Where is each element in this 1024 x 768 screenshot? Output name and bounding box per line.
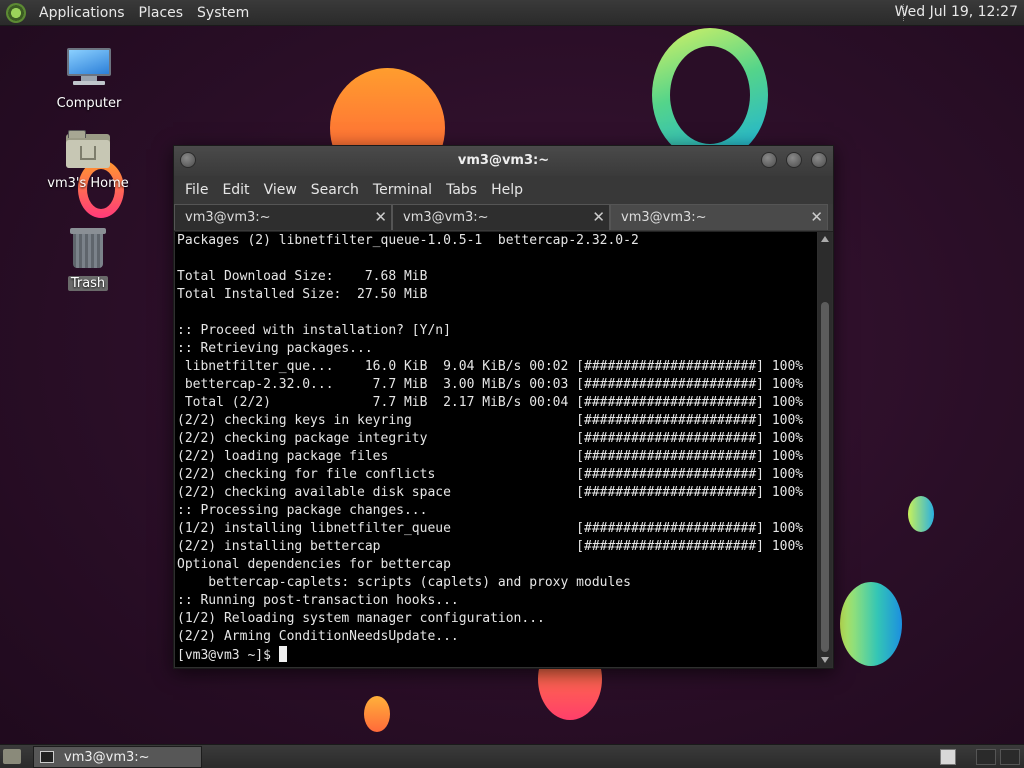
workspace-2[interactable] [976,749,996,765]
top-panel: Applications Places System Wed Jul 19, 1… [0,0,1024,26]
show-desktop-icon[interactable] [3,749,21,764]
text-cursor [278,646,287,662]
decorative-blob [364,696,390,732]
terminal-line: (2/2) loading package files [###########… [177,449,804,464]
window-menubar: File Edit View Search Terminal Tabs Help [174,176,833,204]
desktop-icon-computer[interactable]: Computer [44,46,134,111]
terminal-output[interactable]: Packages (2) libnetfilter_queue-1.0.5-1 … [175,232,817,667]
menu-tabs[interactable]: Tabs [439,182,484,198]
menu-search[interactable]: Search [304,182,366,198]
tab-3[interactable]: vm3@vm3:~ ✕ [610,204,828,230]
desktop-icon-home[interactable]: vm3's Home [43,130,133,191]
maximize-button[interactable] [786,152,802,168]
terminal-line: libnetfilter_que... 16.0 KiB 9.04 KiB/s … [177,359,804,374]
window-title: vm3@vm3:~ [457,153,550,168]
minimize-button[interactable] [761,152,777,168]
menu-help[interactable]: Help [484,182,530,198]
decorative-blob [840,582,902,666]
tab-label: vm3@vm3:~ [621,210,707,225]
terminal-line: (2/2) Arming ConditionNeedsUpdate... [177,629,459,644]
terminal-line: Packages (2) libnetfilter_queue-1.0.5-1 … [177,233,639,248]
desktop-icon-label: Trash [67,276,109,291]
clock[interactable]: Wed Jul 19, 12:27 [895,4,1018,20]
computer-icon [65,46,113,85]
terminal-line: :: Processing package changes... [177,503,428,518]
workspace-1[interactable] [940,749,956,765]
tab-2[interactable]: vm3@vm3:~ ✕ [392,204,610,230]
tab-label: vm3@vm3:~ [185,210,271,225]
bottom-panel: vm3@vm3:~ [0,744,1024,768]
prompt-text: [vm3@vm3 ~]$ [177,648,279,663]
terminal-line: Optional dependencies for bettercap [177,557,451,572]
menu-file[interactable]: File [178,182,215,198]
close-button[interactable] [811,152,827,168]
workspace-3[interactable] [1000,749,1020,765]
scroll-up-icon[interactable] [821,236,829,242]
trash-icon [70,226,106,270]
decorative-blob [908,496,934,532]
menu-places[interactable]: Places [132,5,191,21]
taskbar-label: vm3@vm3:~ [64,750,150,765]
tab-1[interactable]: vm3@vm3:~ ✕ [174,204,392,230]
terminal-line: Total Installed Size: 27.50 MiB [177,287,428,302]
decorative-ring [652,28,768,162]
terminal-scrollbar[interactable] [818,232,832,667]
window-titlebar[interactable]: vm3@vm3:~ [174,146,833,176]
terminal-line: (2/2) checking keys in keyring [########… [177,413,804,428]
terminal-line: :: Proceed with installation? [Y/n] [177,323,451,338]
terminal-line: (1/2) installing libnetfilter_queue [###… [177,521,804,536]
tab-close-icon[interactable]: ✕ [592,208,605,226]
terminal-line: :: Running post-transaction hooks... [177,593,459,608]
terminal-line: (2/2) checking for file conflicts [#####… [177,467,804,482]
terminal-line: (2/2) installing bettercap [############… [177,539,804,554]
desktop-icon-trash[interactable]: Trash [43,226,133,291]
terminal-line: Total (2/2) 7.7 MiB 2.17 MiB/s 00:04 [##… [177,395,804,410]
terminal-line: Total Download Size: 7.68 MiB [177,269,428,284]
desktop: Applications Places System Wed Jul 19, 1… [0,0,1024,768]
tab-close-icon[interactable]: ✕ [374,208,387,226]
menu-system[interactable]: System [190,5,256,21]
terminal-line: (2/2) checking available disk space [###… [177,485,804,500]
desktop-icon-label: vm3's Home [47,176,129,191]
terminal-window[interactable]: vm3@vm3:~ File Edit View Search Terminal… [173,145,834,669]
menu-applications[interactable]: Applications [32,5,132,21]
menu-terminal[interactable]: Terminal [366,182,439,198]
distro-logo-icon[interactable] [6,2,26,23]
desktop-icon-label: Computer [56,96,122,111]
home-folder-icon [66,130,110,168]
terminal-line: :: Retrieving packages... [177,341,373,356]
taskbar-button-terminal[interactable]: vm3@vm3:~ [33,746,202,768]
terminal-prompt[interactable]: [vm3@vm3 ~]$ [177,646,817,664]
tab-close-icon[interactable]: ✕ [810,208,823,226]
tab-label: vm3@vm3:~ [403,210,489,225]
scroll-down-icon[interactable] [821,657,829,663]
terminal-line: bettercap-caplets: scripts (caplets) and… [177,575,631,590]
menu-edit[interactable]: Edit [215,182,256,198]
terminal-line: bettercap-2.32.0... 7.7 MiB 3.00 MiB/s 0… [177,377,804,392]
menu-view[interactable]: View [257,182,304,198]
scrollbar-thumb[interactable] [821,302,829,652]
terminal-line: (2/2) checking package integrity [######… [177,431,804,446]
tab-bar: vm3@vm3:~ ✕ vm3@vm3:~ ✕ vm3@vm3:~ ✕ [174,204,833,232]
terminal-icon [40,751,54,763]
terminal-line: (1/2) Reloading system manager configura… [177,611,545,626]
